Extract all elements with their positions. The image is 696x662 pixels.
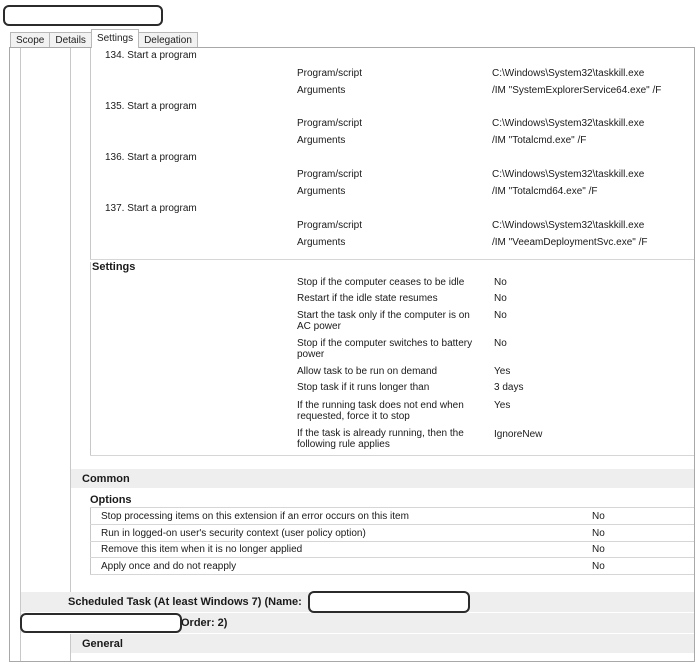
option-value: No (592, 561, 605, 572)
order-label: Order: 2) (181, 617, 228, 629)
outer-left-border (20, 48, 21, 661)
program-value: C:\Windows\System32\taskkill.exe (492, 68, 645, 79)
option-label: Stop processing items on this extension … (101, 511, 409, 522)
arguments-value: /IM "SystemExplorerService64.exe" /F (492, 85, 662, 96)
redacted-task-name-2 (20, 613, 182, 633)
setting-label: If the task is already running, then the… (297, 428, 464, 450)
program-label: Program/script (297, 68, 363, 79)
option-label: Apply once and do not reapply (101, 561, 237, 572)
arguments-value: /IM "Totalcmd64.exe" /F (492, 186, 598, 197)
actions-left-border (90, 48, 91, 260)
options-row-divider (90, 524, 694, 525)
settings-heading: Settings (92, 261, 136, 273)
setting-label: Start the task only if the computer is o… (297, 310, 470, 332)
action-heading: 137. Start a program (105, 203, 197, 214)
setting-value: Yes (494, 366, 511, 377)
setting-value: No (494, 338, 507, 349)
setting-value: No (494, 293, 507, 304)
tab-scope[interactable]: Scope (10, 32, 51, 48)
options-heading: Options (90, 494, 132, 506)
setting-label: Stop if the computer ceases to be idle (297, 277, 465, 288)
program-label: Program/script (297, 118, 363, 129)
tab-delegation[interactable]: Delegation (138, 32, 198, 48)
setting-value: IgnoreNew (494, 429, 543, 440)
tab-settings[interactable]: Settings (90, 29, 140, 48)
arguments-value: /IM "VeeamDeploymentSvc.exe" /F (492, 237, 648, 248)
arguments-value: /IM "Totalcmd.exe" /F (492, 135, 587, 146)
actions-bottom-border (90, 259, 694, 260)
options-bottom-border (90, 574, 694, 575)
redacted-task-name (308, 591, 470, 613)
scheduled-task-heading: Scheduled Task (At least Windows 7) (Nam… (68, 596, 302, 608)
arguments-label: Arguments (297, 85, 346, 96)
setting-value: 3 days (494, 382, 524, 393)
action-heading: 134. Start a program (105, 50, 197, 61)
options-top-border (90, 507, 694, 508)
action-heading: 136. Start a program (105, 152, 197, 163)
setting-label: Allow task to be run on demand (297, 366, 438, 377)
setting-value: Yes (494, 400, 511, 411)
common-left-border (70, 48, 71, 592)
tab-details[interactable]: Details (49, 32, 92, 48)
common-heading: Common (82, 473, 130, 485)
setting-value: No (494, 310, 507, 321)
setting-label: Stop if the computer switches to battery… (297, 338, 473, 360)
settings-report-panel[interactable]: 134. Start a program Program/script C:\W… (9, 47, 695, 662)
program-label: Program/script (297, 220, 363, 231)
option-value: No (592, 528, 605, 539)
arguments-label: Arguments (297, 135, 346, 146)
option-label: Remove this item when it is no longer ap… (101, 544, 303, 555)
general-heading: General (82, 638, 123, 650)
general-left-border (70, 634, 71, 661)
common-header-band (71, 469, 694, 488)
setting-value: No (494, 277, 507, 288)
general-band (71, 634, 694, 653)
program-value: C:\Windows\System32\taskkill.exe (492, 220, 645, 231)
tab-strip: Scope Details Settings Delegation (10, 29, 198, 48)
arguments-label: Arguments (297, 237, 346, 248)
setting-label: Stop task if it runs longer than (297, 382, 430, 393)
option-value: No (592, 544, 605, 555)
redacted-title (3, 5, 163, 26)
option-value: No (592, 511, 605, 522)
program-label: Program/script (297, 169, 363, 180)
setting-label: Restart if the idle state resumes (297, 293, 438, 304)
options-row-divider (90, 541, 694, 542)
settings-left-border (90, 262, 91, 455)
settings-bottom-border (90, 455, 694, 456)
option-label: Run in logged-on user's security context… (101, 528, 366, 539)
program-value: C:\Windows\System32\taskkill.exe (492, 118, 645, 129)
program-value: C:\Windows\System32\taskkill.exe (492, 169, 645, 180)
options-row-divider (90, 557, 694, 558)
arguments-label: Arguments (297, 186, 346, 197)
action-heading: 135. Start a program (105, 101, 197, 112)
setting-label: If the running task does not end when re… (297, 400, 464, 422)
